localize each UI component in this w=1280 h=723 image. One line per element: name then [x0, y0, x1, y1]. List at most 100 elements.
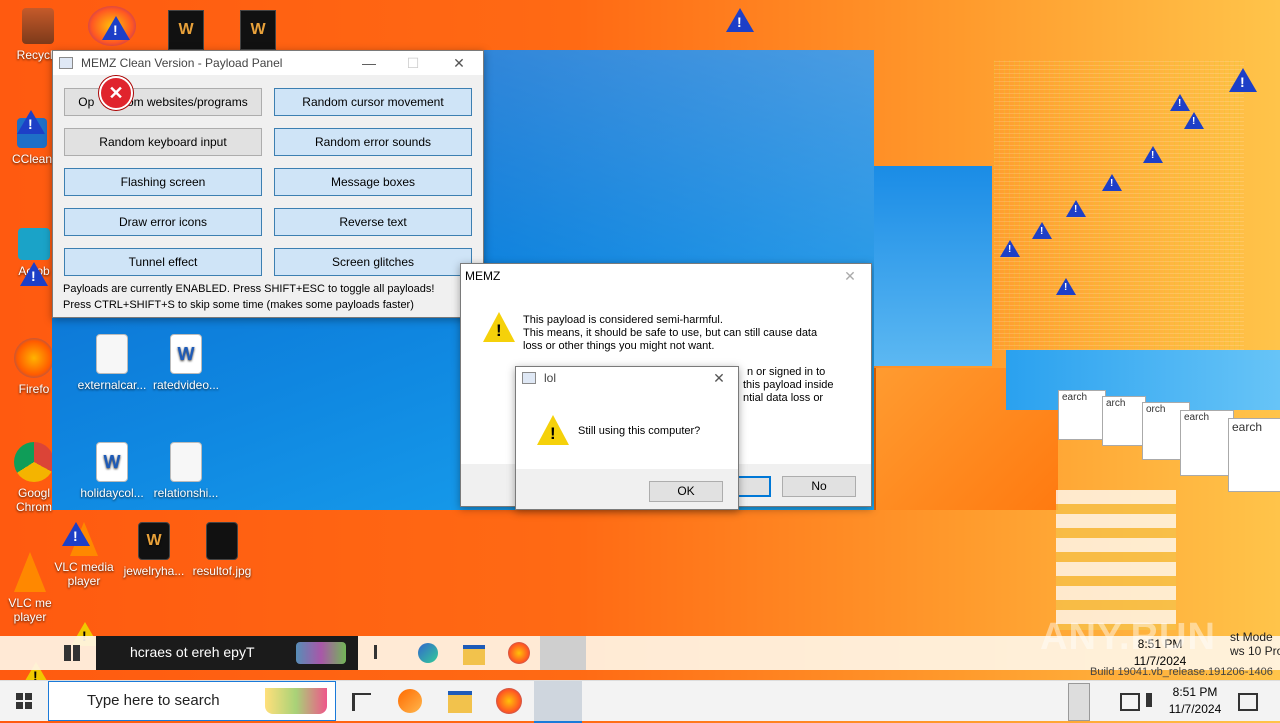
vlc-icon: [14, 552, 46, 592]
desktop-icon-label: Googl: [17, 486, 51, 500]
payload-button-message-boxes[interactable]: Message boxes: [274, 168, 472, 196]
memz-dialog-titlebar[interactable]: MEMZ ✕: [461, 264, 871, 288]
payload-button-keyboard[interactable]: Random keyboard input: [64, 128, 262, 156]
taskbar-clock[interactable]: 8:51 PM 11/7/2024: [1160, 684, 1230, 718]
close-button[interactable]: ✕: [835, 264, 865, 288]
network-icon[interactable]: [1120, 693, 1140, 711]
warning-icon: [1143, 146, 1163, 163]
payload-button-sounds[interactable]: Random error sounds: [274, 128, 472, 156]
watermark-build: Build 19041.vb_release.191206-1406: [1090, 666, 1273, 678]
active-app-button[interactable]: [534, 681, 582, 723]
taskbar: Type here to search 8:51 PM 11/7/2024: [0, 680, 1280, 723]
glitch-search-box: earch: [1058, 390, 1106, 440]
image-file-icon: [170, 442, 202, 482]
payload-button-tunnel[interactable]: Tunnel effect: [64, 248, 262, 276]
desktop-icon-label: holidaycol...: [80, 486, 144, 500]
file-explorer-icon[interactable]: [448, 691, 472, 713]
warning-icon: [1032, 222, 1052, 239]
notification-icon[interactable]: [1238, 693, 1258, 711]
file-explorer-icon[interactable]: [463, 645, 485, 665]
maximize-button[interactable]: ☐: [393, 51, 433, 75]
status-line-2: Press CTRL+SHIFT+S to skip some time (ma…: [63, 299, 414, 311]
task-view-icon[interactable]: [374, 645, 393, 659]
desktop-icon-jewelryha[interactable]: W jewelryha...: [116, 522, 192, 578]
window-icon: [59, 57, 73, 69]
word-file-icon[interactable]: W: [240, 10, 276, 50]
memz-message: This payload is considered semi-harmful.…: [523, 314, 818, 352]
show-hidden-icons[interactable]: [1068, 683, 1090, 721]
firefox-icon: [14, 338, 54, 378]
warning-icon: [1170, 94, 1190, 111]
flask-icon: [296, 642, 346, 664]
taskbar-search-placeholder: Type here to search: [87, 692, 220, 709]
desktop-icon-ratedvideo[interactable]: W ratedvideo...: [148, 334, 224, 392]
watermark-logo: ANY.RUN: [1040, 616, 1216, 658]
warning-icon: [1102, 174, 1122, 191]
warning-icon: [1056, 278, 1076, 295]
word-file-icon: W: [170, 334, 202, 374]
desktop-icon-label: Firefo: [18, 382, 50, 396]
warning-icon: [726, 8, 754, 32]
desktop-icon-label: VLC media: [54, 560, 114, 574]
warning-icon: [1229, 68, 1257, 92]
desktop-icon-label: ratedvideo...: [152, 378, 220, 392]
warning-icon: [20, 262, 48, 286]
desktop-icon-holidaycol[interactable]: W holidaycol...: [74, 442, 150, 500]
payload-button-reverse-text[interactable]: Reverse text: [274, 208, 472, 236]
ghost-search-box[interactable]: hcraes ot ereh epyT: [96, 636, 358, 670]
edge-icon[interactable]: [418, 643, 438, 663]
glitch-dotted-area: [994, 60, 1244, 350]
desktop-icon-resultof[interactable]: resultof.jpg: [184, 522, 260, 578]
desktop-icon-relationshi[interactable]: relationshi...: [148, 442, 224, 500]
payload-button-cursor[interactable]: Random cursor movement: [274, 88, 472, 116]
word-file-icon: W: [96, 442, 128, 482]
glitch-taskbar-fragments: [1056, 490, 1176, 630]
acrobat-icon: [18, 228, 50, 260]
payload-button-flashing[interactable]: Flashing screen: [64, 168, 262, 196]
no-button[interactable]: No: [782, 476, 856, 497]
desktop-icon-externalcar[interactable]: externalcar...: [74, 334, 150, 392]
warning-icon: [1184, 112, 1204, 129]
image-file-icon: [96, 334, 128, 374]
word-file-icon[interactable]: W: [168, 10, 204, 50]
windows-start-icon[interactable]: [64, 645, 80, 661]
lol-message: Still using this computer?: [578, 425, 701, 437]
minimize-button[interactable]: —: [349, 51, 389, 75]
task-view-icon[interactable]: [352, 693, 371, 711]
status-line-1: Payloads are currently ENABLED. Press SH…: [63, 283, 435, 295]
desktop-icon-label: externalcar...: [77, 378, 147, 392]
glitch-blue-strip: [874, 166, 992, 366]
memz-message-partial: n or signed in to this payload inside nt…: [743, 366, 834, 404]
warning-icon: [483, 312, 515, 342]
ok-button[interactable]: OK: [649, 481, 723, 502]
window-icon: [522, 372, 536, 384]
active-app-icon[interactable]: [540, 636, 586, 670]
warning-icon: [537, 415, 569, 445]
taskbar-search-box[interactable]: Type here to search: [48, 681, 336, 721]
close-button[interactable]: ✕: [439, 51, 479, 75]
desktop-icon-label: player: [13, 610, 47, 624]
payload-button-glitches[interactable]: Screen glitches: [274, 248, 472, 276]
warning-icon: [102, 16, 130, 40]
firefox-taskbar-icon[interactable]: [508, 642, 530, 664]
jpg-file-icon: [206, 522, 238, 560]
error-icon: ✕: [99, 76, 133, 110]
payload-panel-titlebar[interactable]: MEMZ Clean Version - Payload Panel — ☐ ✕: [53, 51, 483, 75]
desktop-icon-label: jewelryha...: [123, 564, 185, 578]
desktop-icon-label: player: [67, 574, 101, 588]
lol-dialog: lol ✕ Still using this computer? OK: [515, 366, 739, 510]
chrome-icon: [14, 442, 54, 482]
payload-panel-title: MEMZ Clean Version - Payload Panel: [81, 56, 283, 70]
lol-dialog-title: lol: [544, 371, 557, 385]
firefox-taskbar-icon[interactable]: [496, 688, 522, 714]
recycle-bin-icon: [22, 8, 54, 44]
edge-icon[interactable]: [398, 689, 422, 713]
warning-icon: [62, 522, 90, 546]
lol-dialog-titlebar[interactable]: lol ✕: [516, 367, 738, 389]
payload-button-open-websites[interactable]: Op dom websites/programs: [64, 88, 262, 116]
close-button[interactable]: ✕: [704, 367, 734, 389]
payload-button-error-icons[interactable]: Draw error icons: [64, 208, 262, 236]
windows-start-button[interactable]: [16, 693, 32, 709]
desktop-icon-label: relationshi...: [153, 486, 219, 500]
glitch-search-box: earch: [1180, 410, 1234, 476]
